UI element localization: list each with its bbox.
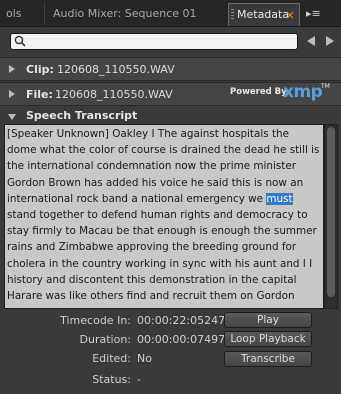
powered-by-text: Powered By bbox=[230, 87, 287, 97]
panel-tab-bar: ols Audio Mixer: Sequence 01 Metadata × … bbox=[0, 0, 341, 27]
previous-result-icon[interactable] bbox=[306, 35, 316, 47]
trademark-mark: TM bbox=[321, 83, 330, 90]
search-input[interactable] bbox=[29, 35, 289, 48]
status-row: Status: - bbox=[0, 370, 341, 388]
expand-triangle-icon[interactable] bbox=[8, 90, 16, 98]
file-value: 120608_110550.WAV bbox=[55, 88, 173, 101]
next-result-icon[interactable] bbox=[325, 35, 335, 47]
search-row bbox=[0, 28, 341, 56]
tab-audio-mixer[interactable]: Audio Mixer: Sequence 01 bbox=[44, 3, 224, 25]
transcript-scrollbar[interactable] bbox=[324, 124, 338, 309]
clip-value: 120608_110550.WAV bbox=[57, 63, 175, 76]
play-button[interactable]: Play bbox=[224, 312, 312, 328]
status-label: Status: bbox=[92, 373, 131, 386]
tab-metadata-label: Metadata bbox=[237, 8, 290, 21]
file-section[interactable]: File: 120608_110550.WAV Powered By xmp T… bbox=[0, 82, 341, 106]
transcribe-button[interactable]: Transcribe bbox=[224, 351, 312, 367]
tab-tools[interactable]: ols bbox=[0, 3, 40, 25]
transcript-text-after: stand together to defend human rights an… bbox=[7, 209, 317, 303]
duration-label: Duration: bbox=[79, 333, 131, 346]
transcript-highlighted-word[interactable]: must bbox=[266, 192, 293, 205]
transcript-fields: Timecode In: 00:00:22:05247 Duration: 00… bbox=[0, 311, 341, 391]
loop-playback-button[interactable]: Loop Playback bbox=[224, 331, 312, 347]
search-field[interactable] bbox=[10, 33, 298, 50]
status-value: - bbox=[137, 373, 141, 386]
speech-transcript-header[interactable]: Speech Transcript bbox=[0, 107, 341, 125]
edited-value: No bbox=[137, 352, 152, 365]
file-label: File: bbox=[26, 88, 53, 101]
panel-menu-icon[interactable]: ▸≡ bbox=[306, 6, 334, 22]
timecode-in-label: Timecode In: bbox=[60, 314, 131, 327]
speech-transcript-label: Speech Transcript bbox=[26, 109, 138, 122]
tab-grip-handle[interactable] bbox=[231, 9, 234, 21]
scrollbar-thumb[interactable] bbox=[327, 127, 335, 297]
tab-metadata[interactable]: Metadata × bbox=[228, 3, 300, 26]
clip-section[interactable]: Clip: 120608_110550.WAV bbox=[0, 57, 341, 81]
edited-label: Edited: bbox=[92, 352, 131, 365]
search-icon bbox=[14, 35, 26, 47]
expand-triangle-icon[interactable] bbox=[8, 65, 16, 73]
timecode-in-value: 00:00:22:05247 bbox=[137, 314, 226, 327]
transcript-text-area[interactable]: [Speaker Unknown] Oakley I The against h… bbox=[4, 124, 324, 309]
close-icon[interactable]: × bbox=[285, 4, 295, 26]
clip-label: Clip: bbox=[26, 63, 54, 76]
collapse-triangle-icon[interactable] bbox=[8, 113, 16, 121]
xmp-logo: xmp bbox=[283, 82, 323, 102]
duration-value: 00:00:00:07497 bbox=[137, 333, 226, 346]
